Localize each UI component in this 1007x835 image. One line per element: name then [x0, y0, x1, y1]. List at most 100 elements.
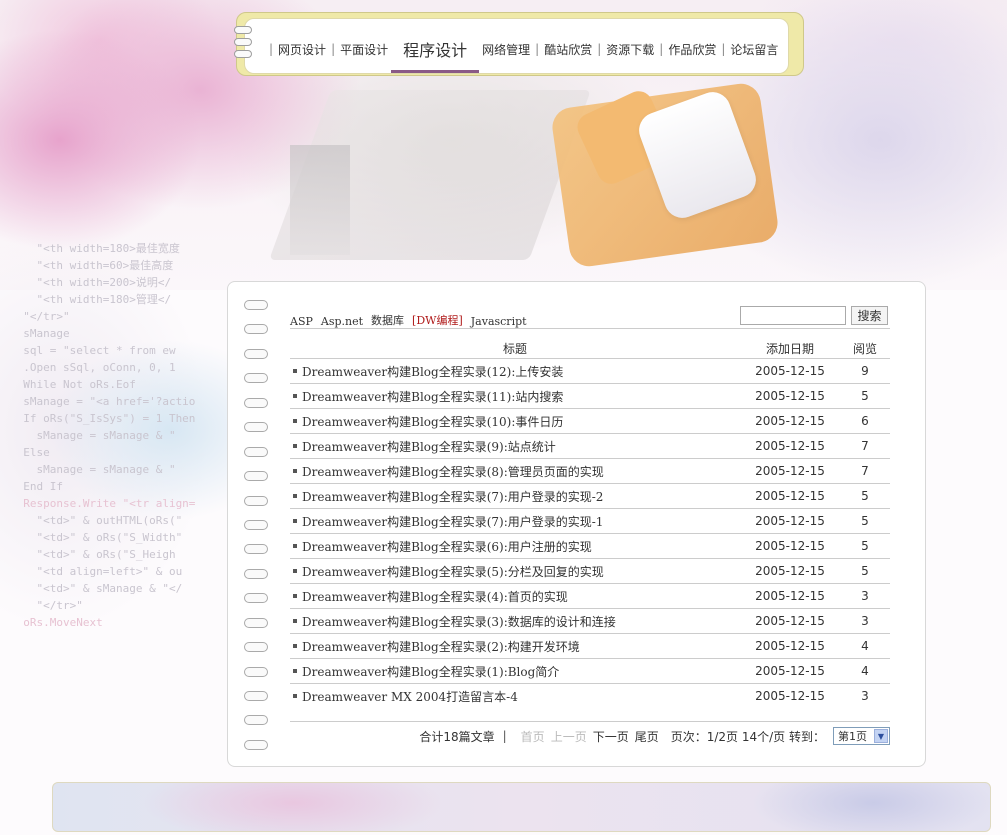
article-title-cell: Dreamweaver构建Blog全程实录(8):管理员页面的实现	[290, 458, 740, 484]
article-title-cell: Dreamweaver构建Blog全程实录(4):首页的实现	[290, 583, 740, 609]
article-date: 2005-12-15	[740, 508, 840, 534]
background-code-line: While Not oRs.Eof	[10, 378, 136, 391]
nav-item[interactable]: 平面设计	[337, 41, 391, 58]
nav-binder-rings	[234, 26, 254, 66]
article-title-link[interactable]: Dreamweaver构建Blog全程实录(1):Blog简介	[302, 665, 559, 679]
bullet-icon	[293, 519, 297, 523]
nav-separator: |	[659, 42, 664, 56]
binder-ring-icon	[234, 50, 252, 58]
next-page-link[interactable]: 下一页	[593, 728, 629, 745]
nav-item[interactable]: 作品欣赏	[665, 41, 719, 58]
article-date: 2005-12-15	[740, 533, 840, 559]
article-views: 7	[840, 458, 890, 484]
background-code-line: .Open sSql, oConn, 0, 1	[10, 361, 176, 374]
article-title-cell: Dreamweaver构建Blog全程实录(5):分栏及回复的实现	[290, 558, 740, 584]
article-views: 4	[840, 633, 890, 659]
nav-item[interactable]: 资源下载	[603, 41, 657, 58]
table-row: Dreamweaver构建Blog全程实录(7):用户登录的实现-2 2005-1…	[290, 483, 890, 509]
nav-item[interactable]: 程序设计	[391, 37, 480, 73]
background-code-line: sManage = sManage & "	[10, 463, 176, 476]
article-title-link[interactable]: Dreamweaver构建Blog全程实录(3):数据库的设计和连接	[302, 615, 616, 629]
article-title-link[interactable]: Dreamweaver构建Blog全程实录(4):首页的实现	[302, 590, 568, 604]
nav-item[interactable]: 论坛留言	[727, 41, 781, 58]
article-title-cell: Dreamweaver构建Blog全程实录(3):数据库的设计和连接	[290, 608, 740, 634]
background-code-line: sManage	[10, 327, 70, 340]
article-title-link[interactable]: Dreamweaver构建Blog全程实录(6):用户注册的实现	[302, 540, 592, 554]
article-title-link[interactable]: Dreamweaver构建Blog全程实录(9):站点统计	[302, 440, 556, 454]
article-date: 2005-12-15	[740, 558, 840, 584]
category-link[interactable]: [DW编程]	[412, 312, 463, 328]
article-table: 标题 添加日期 阅览 Dreamweaver构建Blog全程实录(12):上传安…	[290, 338, 890, 708]
article-title-link[interactable]: Dreamweaver构建Blog全程实录(7):用户登录的实现-1	[302, 515, 603, 529]
article-title-cell: Dreamweaver MX 2004打造留言本-4	[290, 684, 740, 709]
nav-items: | 网页设计 | 平面设计 程序设计 网络管理 | 酷站欣赏 | 资源下载 | 作品欣赏 | 论坛留言	[267, 37, 781, 73]
background-code-line: sManage = "<a href='?actio	[10, 395, 196, 408]
article-date: 2005-12-15	[740, 483, 840, 509]
background-code-line: Response.Write "<tr align=	[10, 497, 196, 510]
article-title-cell: Dreamweaver构建Blog全程实录(9):站点统计	[290, 433, 740, 459]
article-title-link[interactable]: Dreamweaver构建Blog全程实录(11):站内搜索	[302, 390, 563, 404]
category-link[interactable]: ASP	[290, 315, 313, 328]
table-row: Dreamweaver构建Blog全程实录(10):事件日历 2005-12-15…	[290, 408, 890, 434]
top-navigation: | 网页设计 | 平面设计 程序设计 网络管理 | 酷站欣赏 | 资源下载 | 作品欣赏 | 论坛留言	[234, 12, 804, 78]
article-title-cell: Dreamweaver构建Blog全程实录(12):上传安装	[290, 358, 740, 384]
pager-separator: |	[502, 729, 507, 743]
article-title-link[interactable]: Dreamweaver构建Blog全程实录(2):构建开发环境	[302, 640, 580, 654]
article-date: 2005-12-15	[740, 658, 840, 684]
table-row: Dreamweaver构建Blog全程实录(6):用户注册的实现 2005-12-…	[290, 533, 890, 559]
background-code-line: If oRs("S_IsSys") = 1 Then	[10, 412, 196, 425]
chevron-down-icon[interactable]: ▼	[874, 729, 888, 743]
bullet-icon	[293, 469, 297, 473]
column-header-date: 添加日期	[740, 338, 840, 359]
binder-ring-icon	[244, 300, 268, 310]
article-title-cell: Dreamweaver构建Blog全程实录(1):Blog简介	[290, 658, 740, 684]
article-date: 2005-12-15	[740, 433, 840, 459]
article-title-link[interactable]: Dreamweaver MX 2004打造留言本-4	[302, 690, 518, 704]
article-title-cell: Dreamweaver构建Blog全程实录(7):用户登录的实现-1	[290, 508, 740, 534]
article-title-link[interactable]: Dreamweaver构建Blog全程实录(10):事件日历	[302, 415, 563, 429]
article-title-link[interactable]: Dreamweaver构建Blog全程实录(8):管理员页面的实现	[302, 465, 604, 479]
bullet-icon	[293, 669, 297, 673]
search-input[interactable]	[740, 306, 846, 325]
article-date: 2005-12-15	[740, 408, 840, 434]
nav-separator: |	[535, 42, 540, 56]
article-date: 2005-12-15	[740, 458, 840, 484]
binder-rings	[244, 300, 270, 750]
binder-ring-icon	[244, 373, 268, 384]
article-views: 5	[840, 483, 890, 509]
category-link[interactable]: Asp.net	[321, 315, 363, 328]
article-title-link[interactable]: Dreamweaver构建Blog全程实录(5):分栏及回复的实现	[302, 565, 604, 579]
bullet-icon	[293, 544, 297, 548]
category-link[interactable]: 数据库	[371, 312, 404, 328]
nav-separator: |	[331, 42, 336, 56]
bullet-icon	[293, 419, 297, 423]
prev-page-link: 上一页	[550, 729, 587, 744]
article-title-link[interactable]: Dreamweaver构建Blog全程实录(12):上传安装	[302, 365, 563, 379]
article-views: 5	[840, 383, 890, 409]
bullet-icon	[293, 569, 297, 573]
nav-item[interactable]: 酷站欣赏	[541, 41, 595, 58]
first-page-link: 首页	[520, 729, 545, 744]
table-row: Dreamweaver构建Blog全程实录(1):Blog简介 2005-12-1…	[290, 658, 890, 684]
bullet-icon	[293, 619, 297, 623]
bullet-icon	[293, 494, 297, 498]
article-date: 2005-12-15	[755, 689, 825, 703]
article-date: 2005-12-15	[740, 358, 840, 384]
binder-ring-icon	[234, 26, 252, 34]
nav-item[interactable]: 网络管理	[479, 41, 533, 58]
nav-item[interactable]: 网页设计	[275, 41, 329, 58]
category-link[interactable]: Javascript	[471, 315, 527, 328]
background-code-line: "<td>" & sManage & "</	[10, 582, 183, 595]
pagination: 合计18篇文章 | 首页 上一页 下一页 尾页 页次：1/2页 14个/页 转到…	[290, 725, 890, 747]
binder-ring-icon	[234, 38, 252, 46]
binder-ring-icon	[244, 642, 268, 653]
search-button[interactable]: 搜索	[851, 306, 888, 325]
table-row: Dreamweaver构建Blog全程实录(2):构建开发环境 2005-12-1…	[290, 633, 890, 659]
background-code-line: End If	[10, 480, 63, 493]
last-page-link[interactable]: 尾页	[635, 728, 659, 745]
binder-ring-icon	[244, 422, 268, 433]
article-views: 5	[840, 558, 890, 584]
article-title-link[interactable]: Dreamweaver构建Blog全程实录(7):用户登录的实现-2	[302, 490, 603, 504]
binder-ring-icon	[244, 715, 268, 726]
page-select[interactable]: 第1页 ▼	[833, 727, 890, 745]
